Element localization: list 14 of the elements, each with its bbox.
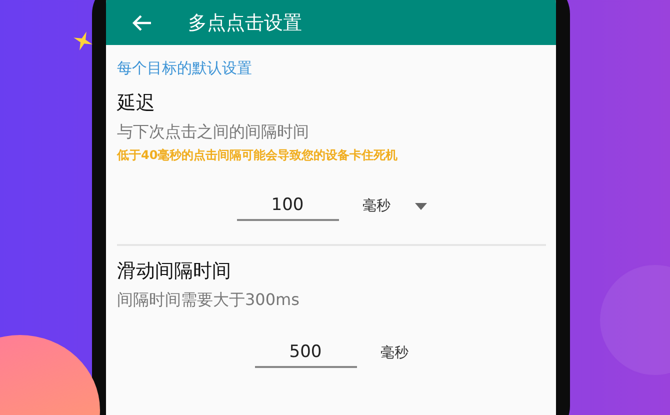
value-field[interactable]: 500 — [254, 338, 356, 368]
value-field[interactable]: 100 — [236, 191, 338, 221]
sparkle-icon — [72, 30, 94, 52]
unit-label[interactable]: 毫秒 — [362, 197, 390, 215]
back-arrow-icon[interactable] — [132, 14, 152, 32]
section-label: 每个目标的默认设置 — [117, 59, 253, 78]
setting-description: 与下次点击之间的间隔时间 — [117, 122, 310, 143]
setting-title: 滑动间隔时间 — [117, 259, 232, 284]
warning-text: 低于40毫秒的点击间隔可能会导致您的设备卡住死机 — [117, 147, 399, 164]
unit-label: 毫秒 — [380, 344, 408, 362]
setting-title: 延迟 — [117, 91, 156, 116]
caret-icon[interactable] — [414, 202, 426, 210]
screen-title: 多点点击设置 — [188, 10, 302, 36]
setting-description: 间隔时间需要大于300ms — [117, 290, 300, 311]
